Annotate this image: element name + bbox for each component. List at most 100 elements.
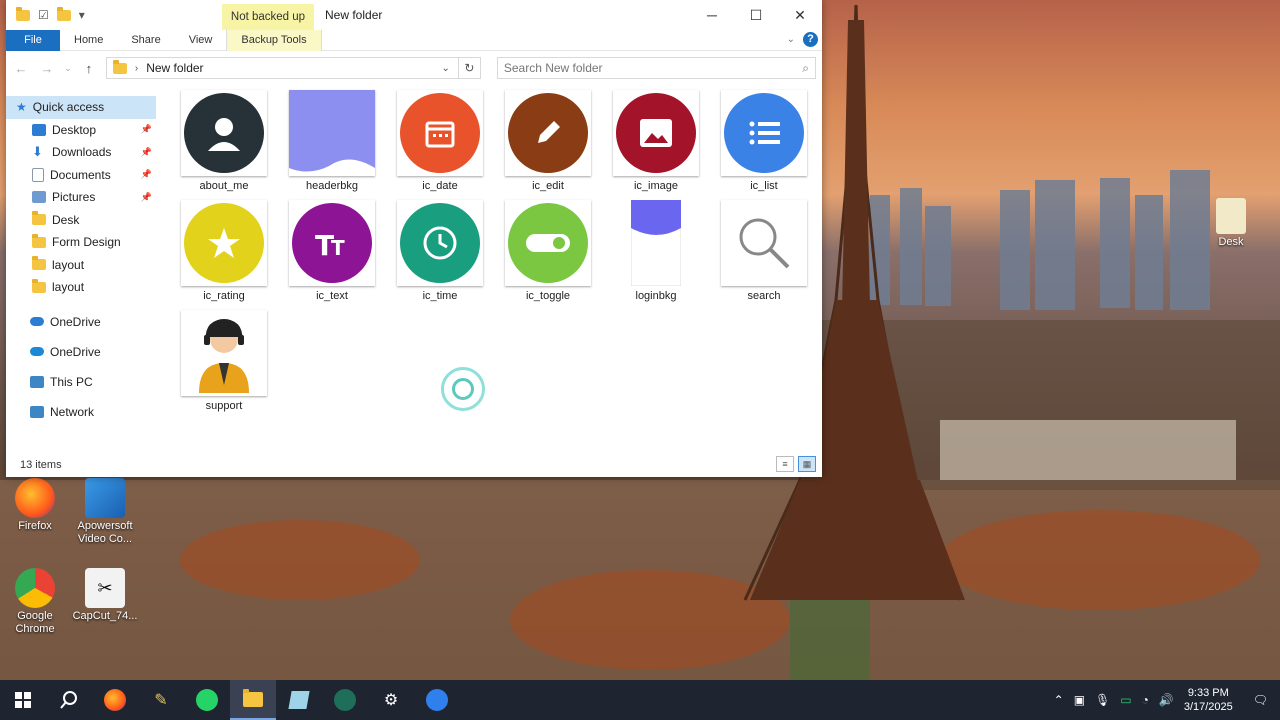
folder-icon bbox=[32, 211, 46, 226]
new-folder-icon[interactable] bbox=[56, 6, 71, 21]
search-button[interactable] bbox=[46, 680, 92, 720]
tab-backup-tools[interactable]: Backup Tools bbox=[226, 29, 322, 51]
cloud-icon bbox=[30, 347, 44, 356]
nav-item-layout[interactable]: layout bbox=[6, 254, 156, 277]
meet-icon[interactable]: ▣ bbox=[1074, 693, 1085, 707]
refresh-button[interactable]: ↻ bbox=[457, 58, 480, 78]
search-input[interactable]: Search New folder ⌕ bbox=[496, 57, 817, 79]
help-icon[interactable]: ? bbox=[803, 32, 818, 47]
start-button[interactable] bbox=[0, 680, 46, 720]
download-icon: ⬇ bbox=[32, 144, 43, 160]
tab-home[interactable]: Home bbox=[60, 30, 117, 51]
file-name: ic_image bbox=[633, 180, 679, 192]
nav-item-form-design[interactable]: Form Design bbox=[6, 231, 156, 254]
address-path[interactable]: New folder bbox=[146, 61, 203, 75]
customize-toolbar-icon[interactable]: ▾ bbox=[79, 8, 85, 22]
nav-item-desk[interactable]: Desk bbox=[6, 209, 156, 232]
tab-share[interactable]: Share bbox=[117, 30, 174, 51]
desktop-icon-chrome[interactable]: Google Chrome bbox=[0, 568, 70, 636]
clock[interactable]: 9:33 PM 3/17/2025 bbox=[1184, 686, 1233, 714]
desktop-icon-apowersoft[interactable]: Apowersoft Video Co... bbox=[70, 478, 140, 546]
microphone-icon[interactable]: 🎙 bbox=[1095, 693, 1110, 707]
minimize-button[interactable]: ─ bbox=[690, 0, 734, 30]
nav-quick-access[interactable]: ★ Quick access bbox=[6, 96, 156, 119]
pin-icon: 📌 bbox=[140, 191, 152, 202]
recent-locations-icon[interactable]: ⌄ bbox=[64, 63, 72, 74]
file-item-about-me[interactable]: about_me bbox=[174, 90, 274, 194]
details-view-button[interactable]: ≡ bbox=[776, 456, 794, 472]
properties-icon[interactable]: ☑ bbox=[38, 8, 49, 22]
forward-button[interactable]: → bbox=[38, 61, 56, 76]
taskbar-settings[interactable]: ⚙ bbox=[368, 680, 414, 720]
pictures-icon bbox=[32, 191, 46, 204]
file-item-ic-image[interactable]: ic_image bbox=[606, 90, 706, 194]
file-item-loginbkg[interactable]: loginbkg bbox=[606, 200, 706, 304]
file-name: search bbox=[747, 290, 781, 302]
file-item-ic-edit[interactable]: ic_edit bbox=[498, 90, 598, 194]
taskbar-android-studio[interactable] bbox=[322, 680, 368, 720]
desktop-icon-capcut[interactable]: ✂ CapCut_74... bbox=[70, 568, 140, 623]
file-item-ic-time[interactable]: ic_time bbox=[390, 200, 490, 304]
folder-icon[interactable] bbox=[16, 6, 30, 21]
file-item-ic-date[interactable]: ic_date bbox=[390, 90, 490, 194]
desktop-icon-firefox[interactable]: Firefox bbox=[0, 478, 70, 533]
nav-item-this-pc[interactable]: This PC bbox=[6, 367, 156, 397]
file-thumbnail: TT bbox=[289, 200, 375, 286]
file-name: ic_list bbox=[750, 180, 778, 192]
notification-icon[interactable]: 🗨 bbox=[1253, 693, 1268, 707]
battery-icon[interactable]: ▭ bbox=[1120, 693, 1131, 707]
file-item-support[interactable]: support bbox=[174, 310, 274, 414]
taskbar-tools[interactable]: ✎ bbox=[138, 680, 184, 720]
file-thumbnail bbox=[397, 200, 483, 286]
nav-item-downloads[interactable]: ⬇ Downloads 📌 bbox=[6, 141, 156, 164]
taskbar-whatsapp[interactable] bbox=[184, 680, 230, 720]
taskbar-app[interactable] bbox=[276, 680, 322, 720]
file-thumbnail bbox=[397, 90, 483, 176]
file-item-headerbkg[interactable]: headerbkg bbox=[282, 90, 382, 194]
capcut-icon: ✂ bbox=[85, 568, 125, 608]
maximize-button[interactable]: ☐ bbox=[734, 0, 778, 30]
nav-item-pictures[interactable]: Pictures 📌 bbox=[6, 186, 156, 209]
nav-item-onedrive[interactable]: OneDrive bbox=[6, 337, 156, 367]
address-bar[interactable]: › New folder ⌄ ↻ bbox=[105, 57, 481, 79]
nav-item-network[interactable]: Network bbox=[6, 397, 156, 427]
taskbar-app-store[interactable] bbox=[414, 680, 460, 720]
file-item-ic-list[interactable]: ic_list bbox=[714, 90, 814, 194]
chevron-up-icon[interactable]: ⌃ bbox=[1054, 693, 1064, 707]
up-button[interactable]: ↑ bbox=[80, 61, 98, 76]
close-button[interactable]: ✕ bbox=[778, 0, 822, 30]
file-item-search[interactable]: search bbox=[714, 200, 814, 304]
tab-view[interactable]: View bbox=[175, 30, 227, 51]
apowersoft-icon bbox=[85, 478, 125, 518]
large-icons-view-button[interactable]: ▦ bbox=[798, 456, 816, 472]
volume-icon[interactable]: 🔊 bbox=[1159, 693, 1174, 707]
taskbar-file-explorer[interactable] bbox=[230, 680, 276, 720]
firefox-icon bbox=[15, 478, 55, 518]
nav-label: Quick access bbox=[32, 100, 105, 115]
file-item-ic-rating[interactable]: ic_rating bbox=[174, 200, 274, 304]
nav-item-layout[interactable]: layout bbox=[6, 276, 156, 299]
taskbar-firefox[interactable] bbox=[92, 680, 138, 720]
chrome-icon bbox=[15, 568, 55, 608]
address-dropdown-icon[interactable]: ⌄ bbox=[441, 63, 449, 74]
wifi-icon[interactable]: ◔ bbox=[1142, 693, 1149, 707]
file-item-ic-text[interactable]: T T ic_text bbox=[282, 200, 382, 304]
nav-item-desktop[interactable]: Desktop 📌 bbox=[6, 119, 156, 142]
desktop-icon-label: CapCut_74... bbox=[72, 610, 138, 622]
expand-ribbon-icon[interactable]: ⌄ bbox=[787, 34, 795, 45]
file-name: support bbox=[205, 400, 243, 412]
navigation-pane: ★ Quick access Desktop 📌 ⬇ Downloads 📌 D… bbox=[6, 96, 156, 446]
android-studio-icon bbox=[334, 689, 356, 711]
folder-icon bbox=[32, 233, 46, 248]
file-item-ic-toggle[interactable]: ic_toggle bbox=[498, 200, 598, 304]
shape-icon bbox=[631, 200, 681, 286]
text-icon: TT bbox=[292, 203, 372, 283]
desktop-icon-desk[interactable]: Desk bbox=[1196, 198, 1266, 249]
tab-file[interactable]: File bbox=[6, 29, 60, 51]
svg-text:T: T bbox=[331, 236, 345, 260]
nav-item-onedrive[interactable]: OneDrive bbox=[6, 307, 156, 337]
back-button[interactable]: ← bbox=[12, 61, 30, 76]
file-thumbnail bbox=[613, 200, 699, 286]
nav-item-documents[interactable]: Documents 📌 bbox=[6, 164, 156, 187]
nav-label: Downloads bbox=[52, 145, 112, 160]
